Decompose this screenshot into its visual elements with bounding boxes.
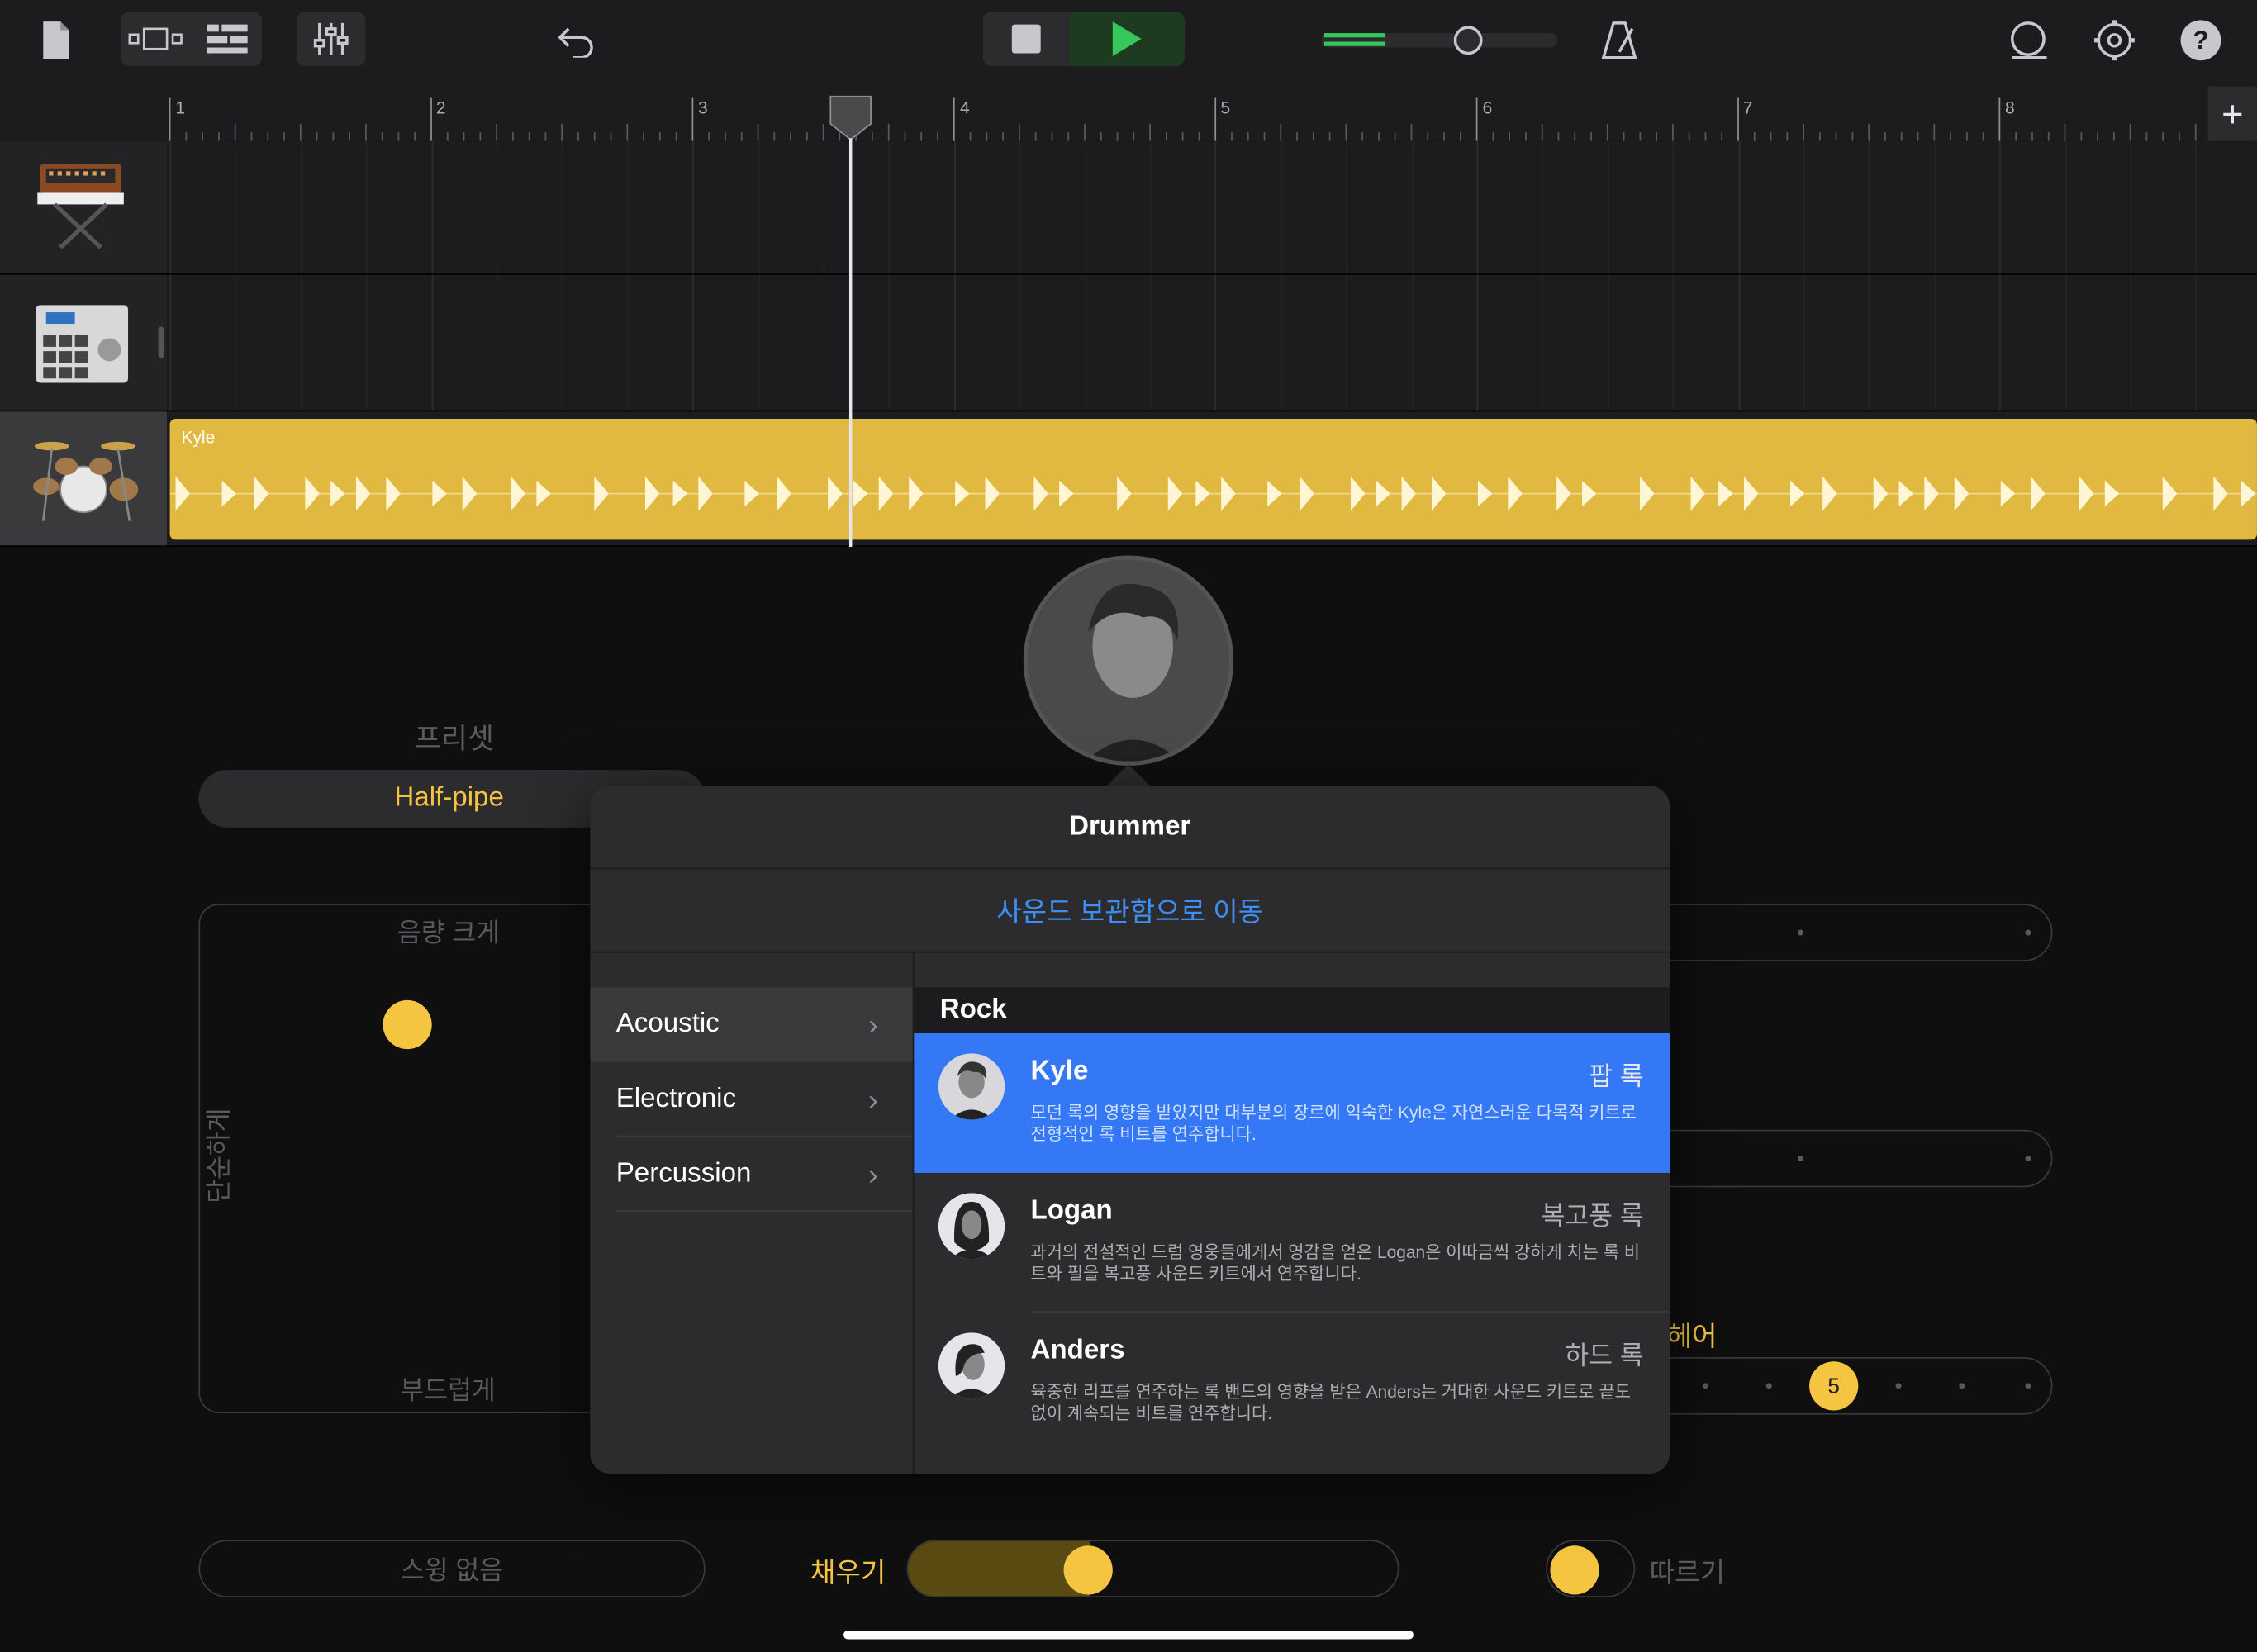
help-icon[interactable]: ? xyxy=(2180,20,2221,61)
fill-slider-track xyxy=(908,1541,1090,1597)
drummer-row-kyle[interactable]: Kyle 팝 록 모던 록의 영향을 받았지만 대부분의 장르에 익숙한 Kyl… xyxy=(914,1032,1670,1173)
drummer-description: 과거의 전설적인 드럼 영웅들에게서 영감을 얻은 Logan은 이따금씩 강하… xyxy=(1030,1241,1641,1284)
avatar xyxy=(938,1053,1005,1120)
settings-icon[interactable] xyxy=(2090,17,2139,64)
drummer-avatar[interactable] xyxy=(1023,555,1234,766)
preset-value: Half-pipe xyxy=(394,782,504,814)
xy-puck[interactable] xyxy=(383,999,432,1050)
loop-icon[interactable] xyxy=(2003,17,2052,64)
popover-title: Drummer xyxy=(590,786,1670,870)
swing-selector[interactable]: 스윙 없음 xyxy=(198,1540,706,1597)
follow-toggle[interactable] xyxy=(1546,1540,1636,1597)
instrument-slider-2[interactable] xyxy=(1626,1129,2053,1188)
toolbar: ? xyxy=(0,0,2257,81)
fill-label: 채우기 xyxy=(810,1558,886,1589)
track-lane-drummer[interactable]: Kyle xyxy=(167,411,2257,548)
follow-label: 따르기 xyxy=(1649,1558,1726,1589)
view-toggle-group xyxy=(121,11,263,67)
drummer-genre: 하드 록 xyxy=(1565,1341,1644,1370)
hihat-label: 헤어 xyxy=(1666,1322,1718,1353)
avatar xyxy=(938,1193,1005,1260)
bar-number: 5 xyxy=(1220,97,1231,118)
divider xyxy=(615,1210,913,1213)
category-label: Acoustic xyxy=(615,1009,720,1039)
track-header-drummer[interactable] xyxy=(0,411,168,548)
drummer-description: 육중한 리프를 연주하는 록 밴드의 영향을 받은 Anders는 거대한 사운… xyxy=(1030,1381,1631,1424)
drummer-genre: 팝 록 xyxy=(1589,1061,1644,1091)
master-volume-slider[interactable] xyxy=(1321,26,1558,55)
xy-loud-label: 음량 크게 xyxy=(397,918,501,947)
xy-pad[interactable] xyxy=(198,904,631,1413)
hihat-knob[interactable]: 5 xyxy=(1809,1361,1859,1411)
fill-slider[interactable] xyxy=(906,1540,1399,1597)
follow-toggle-knob xyxy=(1550,1545,1599,1595)
xy-soft-label: 부드럽게 xyxy=(400,1375,496,1405)
drum-kit-icon xyxy=(33,441,139,521)
track-resize-handle[interactable] xyxy=(158,326,164,358)
track-view-icon[interactable] xyxy=(121,12,191,66)
synth-keyboard-icon xyxy=(37,164,124,249)
fill-slider-knob[interactable] xyxy=(1063,1545,1113,1595)
bar-number: 8 xyxy=(2005,97,2015,118)
chevron-right-icon: › xyxy=(868,1085,878,1118)
drum-machine-icon xyxy=(36,305,129,383)
ruler-ticks xyxy=(169,97,2197,141)
popover-arrow xyxy=(1105,764,1152,788)
sound-library-link[interactable]: 사운드 보관함으로 이동 xyxy=(590,869,1670,953)
stop-icon xyxy=(1011,24,1041,54)
avatar xyxy=(938,1332,1005,1399)
track-lane-synth[interactable] xyxy=(167,140,2257,275)
track-header-drum-machine[interactable] xyxy=(0,274,168,412)
category-label: Electronic xyxy=(615,1083,737,1114)
drummer-name: Logan xyxy=(1030,1195,1113,1227)
document-icon[interactable] xyxy=(35,14,78,66)
metronome-icon[interactable] xyxy=(1598,17,1641,64)
category-percussion[interactable]: Percussion › xyxy=(590,1137,912,1212)
hihat-slider[interactable]: 5 xyxy=(1626,1356,2053,1415)
drummer-row-logan[interactable]: Logan 복고풍 록 과거의 전설적인 드럼 영웅들에게서 영감을 얻은 Lo… xyxy=(914,1173,1670,1313)
category-acoustic[interactable]: Acoustic › xyxy=(590,987,913,1062)
bar-number: 6 xyxy=(1482,97,1493,118)
tracks-list-icon[interactable] xyxy=(192,12,262,66)
play-button[interactable] xyxy=(1069,11,1185,67)
add-section-button[interactable]: + xyxy=(2207,86,2257,141)
timeline-ruler[interactable]: 1 2 3 4 5 6 7 8 + xyxy=(0,80,2257,141)
drummer-description: 모던 록의 영향을 받았지만 대부분의 장르에 익숙한 Kyle은 자연스러운 … xyxy=(1030,1102,1637,1145)
bar-number: 7 xyxy=(1742,97,1753,118)
drummer-name: Kyle xyxy=(1030,1056,1089,1087)
playhead[interactable] xyxy=(829,95,872,141)
swing-label: 스윙 없음 xyxy=(401,1555,504,1585)
mixer-icon[interactable] xyxy=(296,11,366,67)
category-electronic[interactable]: Electronic › xyxy=(590,1062,912,1137)
bar-number: 2 xyxy=(435,97,446,118)
drummer-popover: Drummer 사운드 보관함으로 이동 Acoustic › Electron… xyxy=(590,786,1670,1474)
play-icon xyxy=(1112,21,1142,56)
bar-number: 4 xyxy=(960,97,970,118)
volume-knob[interactable] xyxy=(1453,26,1483,55)
bar-number: 1 xyxy=(175,97,186,118)
home-indicator[interactable] xyxy=(843,1631,1414,1640)
track-lane-drum-machine[interactable] xyxy=(167,274,2257,412)
section-header-rock: Rock xyxy=(914,987,1670,1033)
drummer-genre: 복고풍 록 xyxy=(1541,1201,1644,1231)
bar-number: 3 xyxy=(698,97,708,118)
track-header-synth[interactable] xyxy=(0,140,168,275)
playhead-line xyxy=(848,138,853,548)
preset-label: 프리셋 xyxy=(414,724,494,756)
instrument-slider-1[interactable] xyxy=(1626,904,2053,961)
undo-icon[interactable] xyxy=(551,17,600,64)
xy-simple-label: 단순하게 xyxy=(204,1108,234,1203)
drummer-row-anders[interactable]: Anders 하드 록 육중한 리프를 연주하는 록 밴드의 영향을 받은 An… xyxy=(914,1313,1670,1452)
drummer-region[interactable]: Kyle xyxy=(169,419,2257,540)
stop-button[interactable] xyxy=(982,11,1070,67)
chevron-right-icon: › xyxy=(868,1010,878,1042)
drummer-name: Anders xyxy=(1030,1335,1125,1366)
category-label: Percussion xyxy=(615,1158,752,1189)
chevron-right-icon: › xyxy=(868,1160,878,1192)
region-waveform xyxy=(169,476,2257,511)
